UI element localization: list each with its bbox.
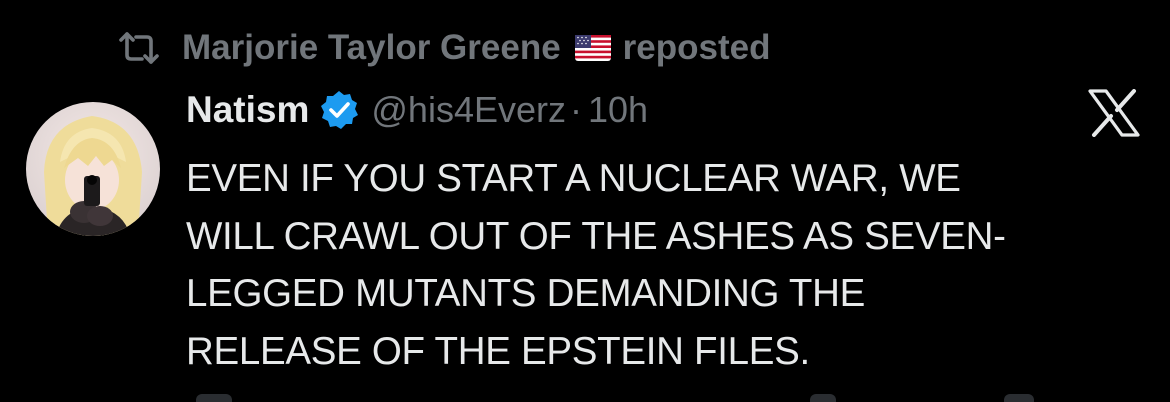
repost-icon: [119, 32, 159, 64]
user-handle[interactable]: @his4Everz: [371, 89, 566, 131]
repost-header[interactable]: Marjorie Taylor Greene reposted: [118, 26, 770, 70]
tweet-line: LEGGED MUTANTS DEMANDING THE: [186, 272, 865, 315]
separator-dot: ·: [570, 89, 582, 130]
display-name[interactable]: Natism: [186, 89, 309, 131]
timestamp[interactable]: 10h: [588, 89, 648, 131]
us-flag-icon: [574, 35, 611, 61]
repost-user-name[interactable]: Marjorie Taylor Greene: [182, 28, 561, 68]
bookmark-icon[interactable]: [1004, 394, 1034, 402]
avatar-image: [26, 102, 160, 236]
avatar[interactable]: [26, 102, 160, 236]
share-icon[interactable]: [810, 394, 836, 402]
repost-suffix: reposted: [622, 28, 771, 67]
tweet-line: EVEN IF YOU START A NUCLEAR WAR, WE: [186, 157, 961, 200]
x-logo-icon: [1088, 89, 1140, 137]
reply-icon[interactable]: [196, 394, 232, 402]
verified-badge-icon: [321, 91, 359, 129]
tweet-line: WILL CRAWL OUT OF THE ASHES AS SEVEN-: [186, 214, 1006, 258]
tweet-line: RELEASE OF THE EPSTEIN FILES.: [186, 329, 810, 373]
tweet-text: EVEN IF YOU START A NUCLEAR WAR, WE WILL…: [186, 150, 1146, 380]
tweet-header: Natism @his4Everz · 10h: [186, 82, 648, 138]
